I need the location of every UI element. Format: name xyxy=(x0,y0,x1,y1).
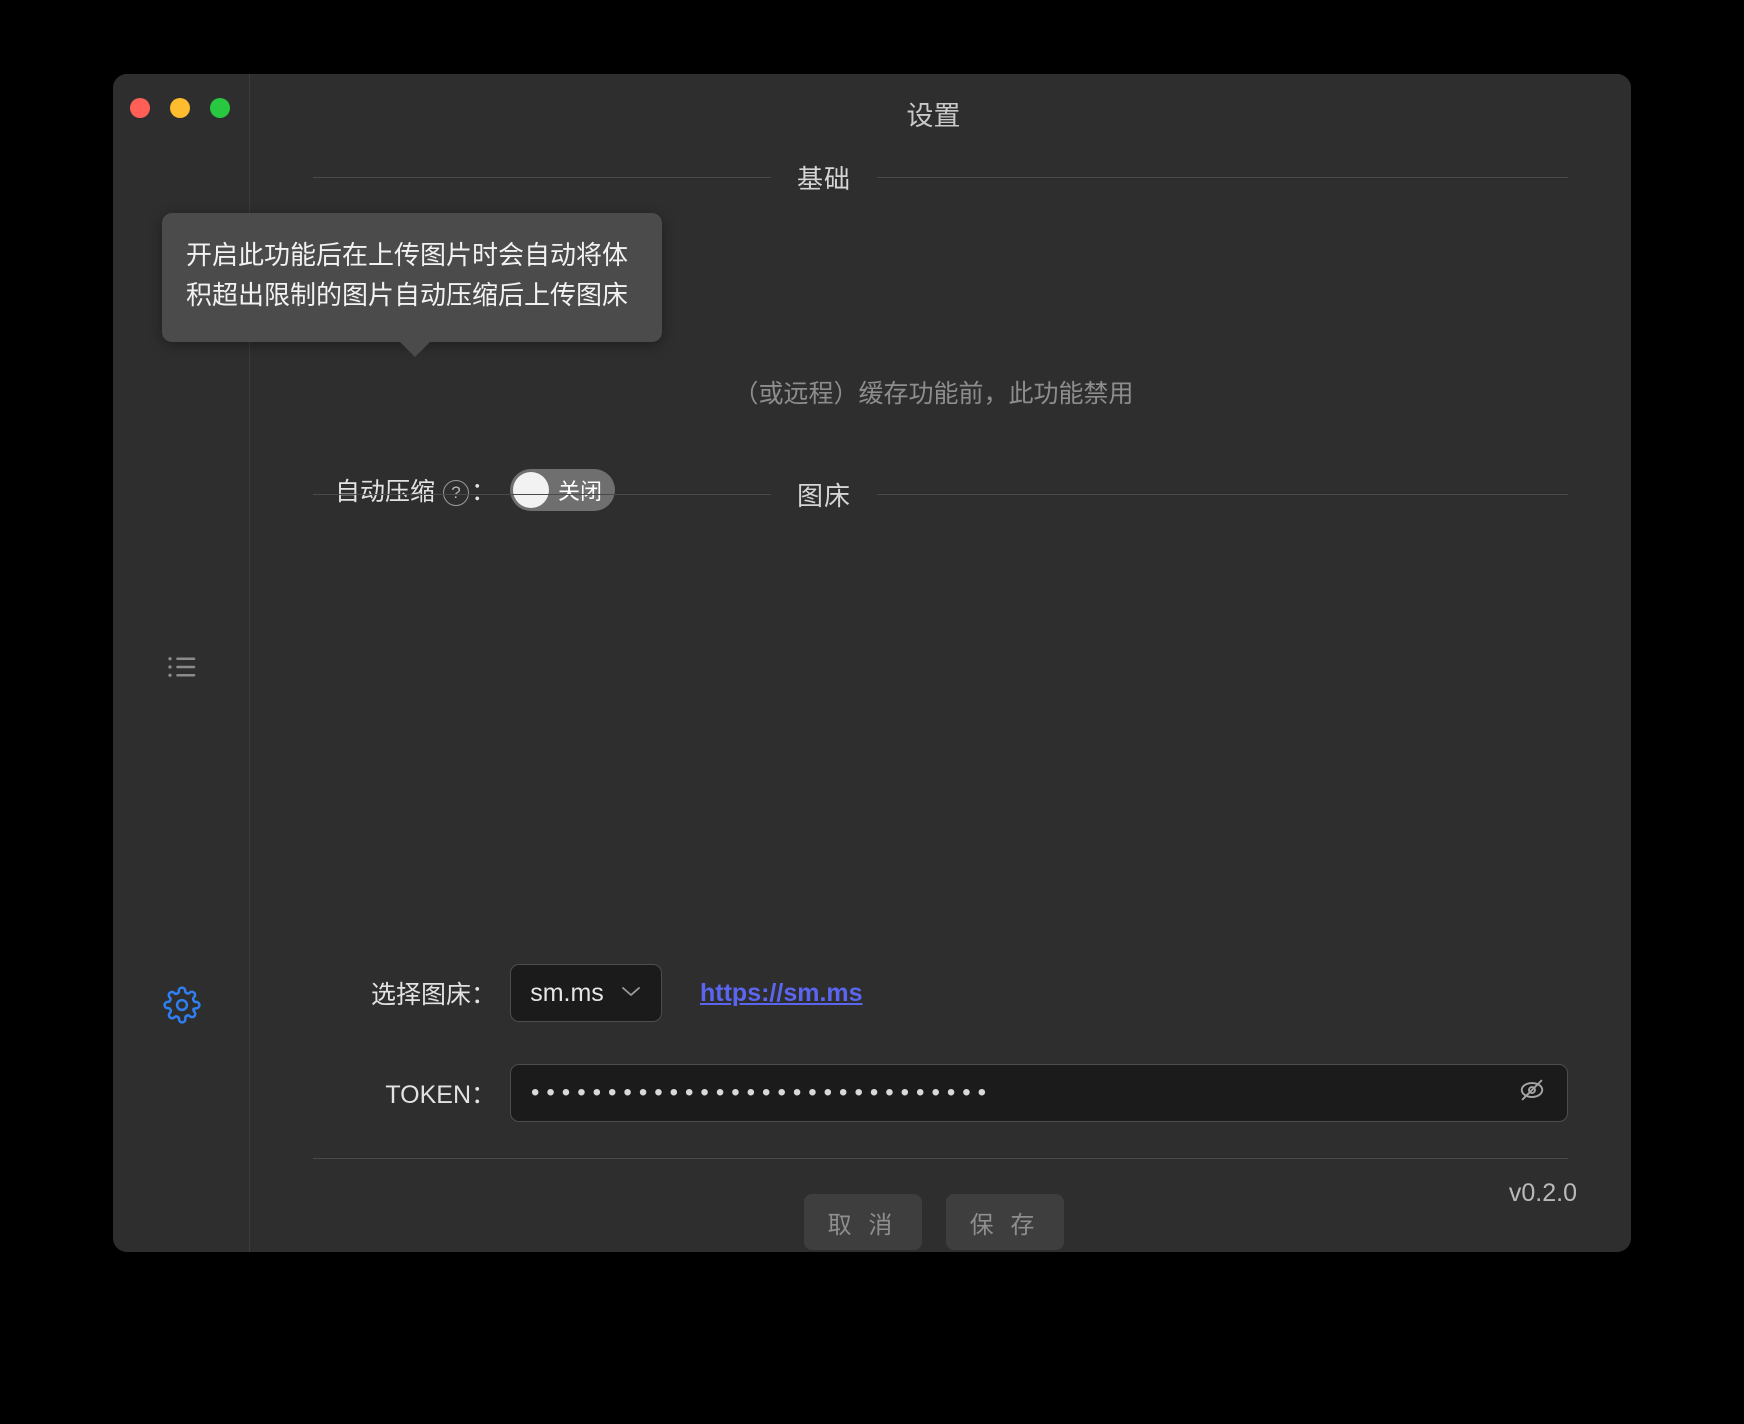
eye-off-icon[interactable] xyxy=(1517,1075,1547,1112)
maximize-window-button[interactable] xyxy=(210,98,230,118)
version-label: v0.2.0 xyxy=(1508,1179,1577,1207)
page-title: 设置 xyxy=(906,101,961,131)
token-masked-value: •••••••••••••••••••••••••••••• xyxy=(531,1079,994,1106)
actions-divider xyxy=(313,1158,1568,1159)
sidebar-item-settings[interactable] xyxy=(113,986,250,1029)
tooltip-text: 开启此功能后在上传图片时会自动将体积超出限制的图片自动压缩后上传图床 xyxy=(186,240,629,311)
row-select-storage: 选择图床： sm.ms https://sm.ms xyxy=(250,964,863,1022)
divider-right xyxy=(877,177,1568,178)
storage-site-link[interactable]: https://sm.ms xyxy=(700,979,863,1008)
gear-icon xyxy=(162,986,201,1029)
storage-select[interactable]: sm.ms xyxy=(510,964,662,1022)
cancel-button[interactable]: 取 消 xyxy=(803,1194,922,1250)
close-window-button[interactable] xyxy=(130,98,150,118)
token-input[interactable]: •••••••••••••••••••••••••••••• xyxy=(510,1064,1568,1122)
chevron-down-icon xyxy=(620,982,642,1004)
window-controls xyxy=(130,98,230,118)
section-basic-title: 基础 xyxy=(797,164,852,194)
list-icon xyxy=(164,649,200,690)
settings-window: 设置 基础 （或远程）缓存功能前，此功能禁用 自动压缩?： 关闭 图床 选择图床… xyxy=(113,74,1631,1252)
storage-select-value: sm.ms xyxy=(530,978,604,1007)
minimize-window-button[interactable] xyxy=(170,98,190,118)
section-storage-title: 图床 xyxy=(797,481,852,511)
select-storage-label: 选择图床： xyxy=(370,981,496,1009)
divider-left xyxy=(313,177,771,178)
section-storage-header: 图床 xyxy=(313,476,1568,513)
action-bar: 取 消 保 存 xyxy=(250,1194,1617,1250)
divider-right-2 xyxy=(877,494,1568,495)
divider-left-2 xyxy=(313,494,771,495)
section-storage: 图床 选择图床： sm.ms https://sm.ms TOKEN： ••••… xyxy=(250,476,1631,1250)
tooltip-auto-compress: 开启此功能后在上传图片时会自动将体积超出限制的图片自动压缩后上传图床 xyxy=(162,213,662,357)
section-basic: 基础 （或远程）缓存功能前，此功能禁用 自动压缩?： 关闭 xyxy=(250,159,1631,511)
row-token: TOKEN： •••••••••••••••••••••••••••••• xyxy=(250,1064,1568,1122)
save-button[interactable]: 保 存 xyxy=(945,1194,1064,1250)
section-basic-header: 基础 xyxy=(313,159,1568,196)
sidebar-item-gallery[interactable] xyxy=(113,649,250,690)
basic-obscured-note: （或远程）缓存功能前，此功能禁用 xyxy=(733,380,1134,408)
token-label: TOKEN： xyxy=(385,1081,496,1109)
